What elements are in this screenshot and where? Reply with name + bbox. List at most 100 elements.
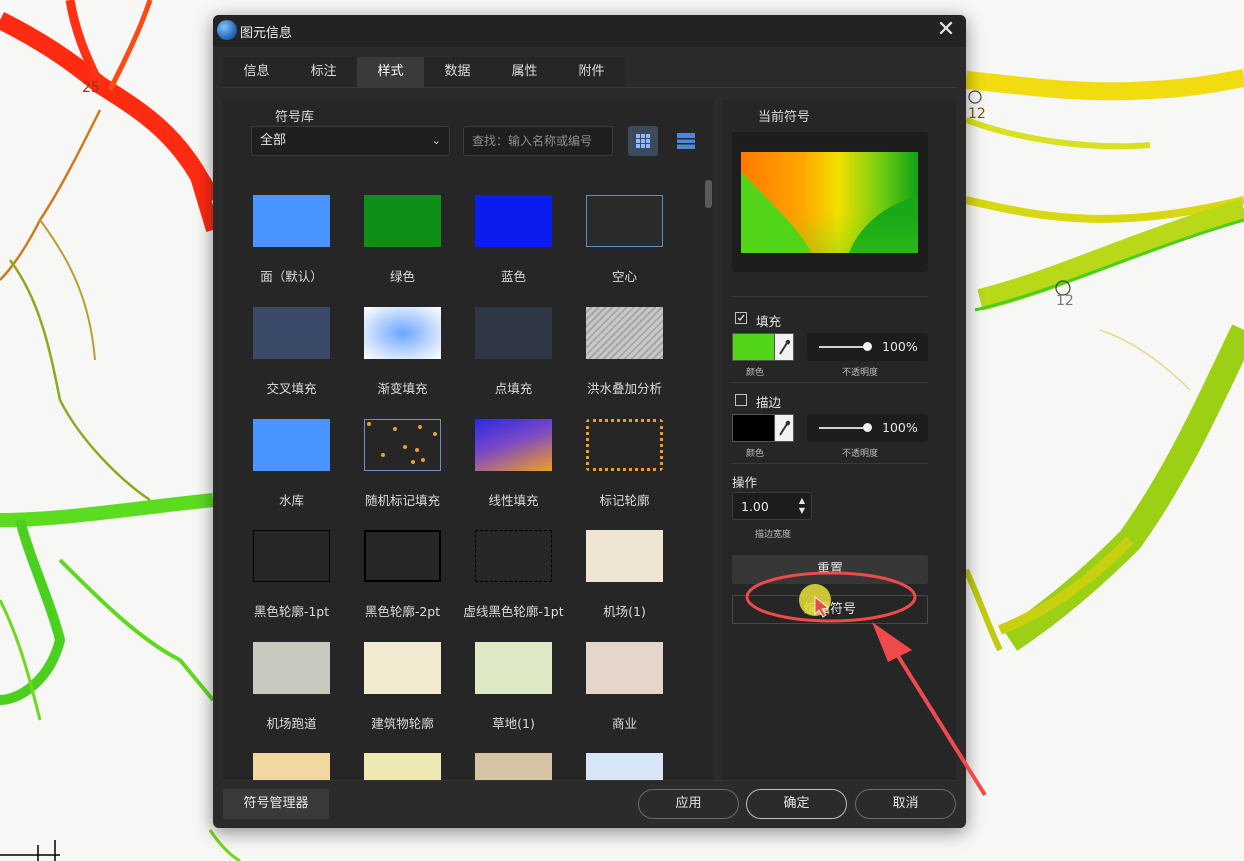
stroke-width-value: 1.00 (741, 499, 769, 514)
symbol-item[interactable]: 蓝色 (455, 195, 566, 307)
stroke-opacity-slider[interactable]: 100% (807, 414, 928, 442)
symbol-swatch (475, 419, 552, 471)
fill-color-caption: 颜色 (746, 368, 765, 378)
symbol-item[interactable]: 机场(1) (566, 530, 677, 642)
symbol-item[interactable]: 渐变填充 (344, 307, 455, 419)
grid-view-button[interactable] (628, 126, 658, 156)
fill-label: 填充 (756, 314, 782, 329)
ok-button[interactable]: 确定 (746, 789, 847, 819)
footer-divider (223, 780, 956, 781)
symbol-grid-scrollbar[interactable] (703, 180, 713, 780)
symbol-search-input[interactable]: 查找：输入名称或编号 (463, 126, 613, 156)
grid-view-icon (636, 134, 650, 148)
spin-down-icon[interactable]: ▼ (799, 506, 805, 515)
stroke-checkbox[interactable] (735, 394, 747, 406)
symbol-label: 交叉填充 (266, 381, 317, 396)
symbol-item[interactable]: 交叉填充 (233, 307, 344, 419)
stroke-width-spinner[interactable]: 1.00 ▲ ▼ (732, 492, 812, 520)
stroke-color-swatch[interactable] (732, 414, 776, 442)
symbol-swatch (364, 307, 441, 359)
current-symbol-panel: 当前符号 填充 100% 颜色 不透明度 描边 100% 颜色 不透明度 操作 … (722, 100, 956, 780)
edit-symbol-button[interactable]: 编辑符号 (732, 595, 928, 624)
symbol-library-panel: 符号库 全部 ⌄ 查找：输入名称或编号 面（默认） 绿色 蓝色 空心交叉填充 渐变填充 点… (223, 100, 713, 780)
fill-checkbox[interactable] (735, 312, 747, 324)
operations-label: 操作 (732, 475, 758, 490)
slider-knob[interactable] (863, 342, 872, 351)
symbol-preview (741, 152, 918, 253)
symbol-swatch (364, 195, 441, 247)
category-select[interactable]: 全部 ⌄ (251, 126, 450, 156)
symbol-swatch (475, 307, 552, 359)
title-bar[interactable]: 图元信息 ✕ (213, 15, 966, 47)
symbol-item[interactable]: 虚线黑色轮廓-1pt (455, 530, 566, 642)
symbol-item[interactable]: 点填充 (455, 307, 566, 419)
symbol-item[interactable]: 黑色轮廓-2pt (344, 530, 455, 642)
symbol-swatch (475, 753, 552, 780)
tab-annotation[interactable]: 标注 (290, 57, 357, 87)
symbol-item[interactable]: 草地(1) (455, 642, 566, 754)
symbol-item[interactable]: 空心 (566, 195, 677, 307)
symbol-label: 渐变填充 (377, 381, 428, 396)
symbol-item[interactable]: 洪水叠加分析 (566, 307, 677, 419)
symbol-label: 商业 (611, 716, 637, 731)
fill-color-swatch[interactable] (732, 333, 776, 361)
app-globe-icon (217, 20, 237, 40)
fill-opacity-slider[interactable]: 100% (807, 333, 928, 361)
fill-opacity-caption: 不透明度 (842, 368, 879, 378)
fill-opacity-value: 100% (882, 339, 918, 354)
symbol-item[interactable] (455, 753, 566, 780)
chevron-down-icon: ⌄ (431, 134, 441, 147)
tab-attributes[interactable]: 属性 (491, 57, 558, 87)
fill-eyedropper-button[interactable] (774, 333, 794, 361)
reset-button[interactable]: 重置 (732, 555, 928, 584)
tab-data[interactable]: 数据 (424, 57, 491, 87)
symbol-label: 蓝色 (500, 269, 526, 284)
symbol-label: 随机标记填充 (364, 493, 440, 508)
tab-info[interactable]: 信息 (223, 57, 290, 87)
symbol-swatch (253, 530, 330, 582)
symbol-item[interactable] (566, 753, 677, 780)
slider-knob[interactable] (863, 423, 872, 432)
symbol-library-label: 符号库 (275, 110, 315, 125)
symbol-swatch (253, 642, 330, 694)
tab-style[interactable]: 样式 (357, 57, 424, 87)
symbol-item[interactable]: 绿色 (344, 195, 455, 307)
symbol-swatch (586, 530, 663, 582)
symbol-swatch (586, 642, 663, 694)
symbol-item[interactable]: 标记轮廓 (566, 419, 677, 531)
symbol-item[interactable]: 商业 (566, 642, 677, 754)
symbol-item[interactable]: 水库 (233, 419, 344, 531)
map-label: 12 (1056, 293, 1074, 309)
apply-button[interactable]: 应用 (638, 789, 739, 819)
list-view-button[interactable] (674, 130, 698, 152)
scrollbar-thumb[interactable] (705, 180, 712, 208)
symbol-label: 点填充 (494, 381, 533, 396)
symbol-swatch (364, 642, 441, 694)
symbol-swatch (364, 753, 441, 780)
dialog-title: 图元信息 (240, 26, 293, 41)
symbol-item[interactable] (344, 753, 455, 780)
symbol-swatch (586, 307, 663, 359)
symbol-manager-button[interactable]: 符号管理器 (223, 789, 329, 819)
spin-up-icon[interactable]: ▲ (799, 496, 805, 505)
symbol-item[interactable]: 随机标记填充 (344, 419, 455, 531)
symbol-label: 洪水叠加分析 (586, 381, 662, 396)
symbol-swatch (364, 530, 441, 582)
symbol-swatch (364, 419, 441, 471)
symbol-item[interactable]: 面（默认） (233, 195, 344, 307)
slider-track (819, 427, 864, 429)
list-view-icon (677, 133, 695, 149)
tab-attachments[interactable]: 附件 (558, 57, 625, 87)
symbol-item[interactable] (233, 753, 344, 780)
cancel-button[interactable]: 取消 (855, 789, 956, 819)
symbol-swatch (253, 419, 330, 471)
symbol-item[interactable]: 建筑物轮廓 (344, 642, 455, 754)
symbol-item[interactable]: 线性填充 (455, 419, 566, 531)
symbol-item[interactable]: 黑色轮廓-1pt (233, 530, 344, 642)
symbol-item[interactable]: 机场跑道 (233, 642, 344, 754)
panel-divider (732, 382, 928, 383)
stroke-eyedropper-button[interactable] (774, 414, 794, 442)
checkmark-icon (737, 314, 745, 321)
close-icon[interactable]: ✕ (932, 17, 960, 45)
map-label: 25 (82, 80, 100, 96)
